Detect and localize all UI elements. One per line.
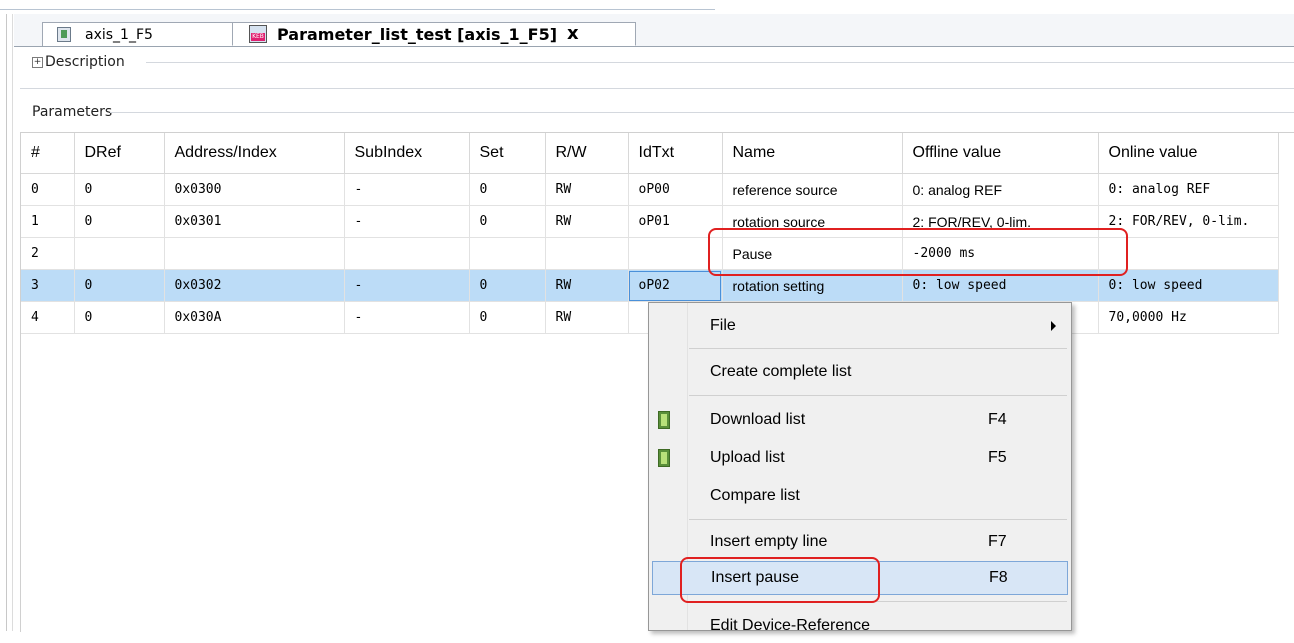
table-cell[interactable]: -	[344, 173, 470, 206]
table-cell[interactable]: RW	[545, 269, 629, 302]
table-cell[interactable]: oP00	[628, 173, 723, 206]
menu-item-insert-empty-line[interactable]: Insert empty line F7	[652, 525, 1068, 559]
left-frame	[0, 14, 14, 631]
column-header[interactable]: DRef	[74, 133, 165, 174]
column-header[interactable]: R/W	[545, 133, 629, 174]
group-line	[146, 62, 1294, 63]
table-cell[interactable]: RW	[545, 173, 629, 206]
table-cell[interactable]: -	[344, 205, 470, 238]
section-divider	[20, 88, 1294, 89]
table-cell[interactable]: RW	[545, 301, 629, 334]
tab-parameter-list-test[interactable]: Parameter_list_test [axis_1_F5] x	[232, 22, 636, 46]
menu-shortcut: F4	[988, 411, 1007, 428]
expand-icon[interactable]: +	[32, 56, 43, 68]
top-divider	[0, 9, 715, 10]
table-cell[interactable]: 0x0301	[164, 205, 345, 238]
menu-item-label: Insert empty line	[710, 533, 828, 550]
table-cell[interactable]: 0	[74, 205, 165, 238]
table-cell[interactable]: 0: analog REF	[1098, 173, 1279, 206]
menu-item-label: Edit Device-Reference	[710, 617, 871, 634]
table-cell[interactable]: 0	[21, 173, 75, 206]
menu-item-label: Compare list	[710, 487, 800, 504]
table-cell[interactable]: 70,0000 Hz	[1098, 301, 1279, 334]
table-cell[interactable]	[545, 237, 629, 270]
table-cell[interactable]: 0: analog REF	[902, 173, 1099, 206]
menu-item-edit-device-reference[interactable]: Edit Device-Reference	[652, 609, 1068, 643]
table-header-row: # DRef Address/Index SubIndex Set R/W Id…	[21, 133, 1279, 174]
menu-item-create-complete-list[interactable]: Create complete list	[652, 355, 1068, 389]
editor-tab-bar: axis_1_F5 Parameter_list_test [axis_1_F5…	[14, 14, 1294, 47]
menu-separator	[689, 348, 1067, 349]
table-cell[interactable]: reference source	[722, 173, 903, 206]
column-header[interactable]: Online value	[1098, 133, 1279, 174]
table-cell[interactable]: 0	[469, 205, 546, 238]
column-header[interactable]: Address/Index	[164, 133, 345, 174]
tab-label: Parameter_list_test [axis_1_F5]	[277, 24, 558, 44]
tab-label: axis_1_F5	[85, 26, 153, 43]
submenu-arrow-icon	[1051, 321, 1056, 331]
table-cell[interactable]: 2	[21, 237, 75, 270]
table-cell[interactable]: 0x0302	[164, 269, 345, 302]
parameters-label: Parameters	[32, 104, 117, 120]
tab-axis-1-f5[interactable]: axis_1_F5	[42, 22, 242, 46]
column-header[interactable]: SubIndex	[344, 133, 470, 174]
table-cell[interactable]: -	[344, 301, 470, 334]
menu-shortcut: F7	[988, 533, 1007, 550]
table-cell[interactable]: 0	[74, 301, 165, 334]
table-cell[interactable]: -	[344, 269, 470, 302]
table-cell[interactable]: RW	[545, 205, 629, 238]
menu-item-label: Upload list	[710, 449, 785, 466]
table-cell[interactable]: 0x030A	[164, 301, 345, 334]
menu-item-upload-list[interactable]: Upload list F5	[652, 441, 1068, 475]
column-header[interactable]: IdTxt	[628, 133, 723, 174]
column-header[interactable]: Offline value	[902, 133, 1099, 174]
close-icon[interactable]: x	[567, 25, 579, 43]
keb-parameter-list-icon	[249, 25, 267, 43]
menu-shortcut: F8	[989, 569, 1008, 586]
table-cell[interactable]: 0	[74, 269, 165, 302]
table-cell[interactable]	[164, 237, 345, 270]
menu-item-label: Download list	[710, 411, 806, 428]
upload-arrow-icon	[658, 449, 670, 467]
column-header[interactable]: Name	[722, 133, 903, 174]
table-cell[interactable]: 0: low speed	[1098, 269, 1279, 302]
menu-item-label: File	[710, 317, 736, 334]
table-cell[interactable]: 0	[469, 173, 546, 206]
table-cell[interactable]: 4	[21, 301, 75, 334]
table-cell[interactable]: 0x0300	[164, 173, 345, 206]
axis-device-icon	[57, 27, 71, 42]
column-header[interactable]: #	[21, 133, 75, 174]
menu-item-compare-list[interactable]: Compare list	[652, 479, 1068, 513]
table-cell[interactable]	[344, 237, 470, 270]
menu-item-download-list[interactable]: Download list F4	[652, 403, 1068, 437]
table-cell[interactable]: 0	[469, 301, 546, 334]
table-cell[interactable]	[469, 237, 546, 270]
menu-shortcut: F5	[988, 449, 1007, 466]
table-cell[interactable]: 0	[469, 269, 546, 302]
annotation-highlight-pause-row	[708, 228, 1128, 276]
table-cell[interactable]	[74, 237, 165, 270]
menu-item-label: Create complete list	[710, 363, 852, 380]
annotation-highlight-insert-pause	[680, 557, 880, 603]
menu-item-file[interactable]: File	[652, 309, 1068, 343]
table-row[interactable]: 0 0 0x0300 - 0 RW oP00 reference source …	[21, 173, 1279, 206]
menu-separator	[689, 395, 1067, 396]
table-cell[interactable]: 1	[21, 205, 75, 238]
download-arrow-icon	[658, 411, 670, 429]
menu-separator	[689, 519, 1067, 520]
description-label[interactable]: Description	[45, 54, 125, 70]
column-header[interactable]: Set	[469, 133, 546, 174]
group-line	[110, 112, 1294, 113]
table-cell[interactable]: 3	[21, 269, 75, 302]
table-cell-focused[interactable]: oP02	[628, 269, 723, 302]
table-cell[interactable]: 0	[74, 173, 165, 206]
